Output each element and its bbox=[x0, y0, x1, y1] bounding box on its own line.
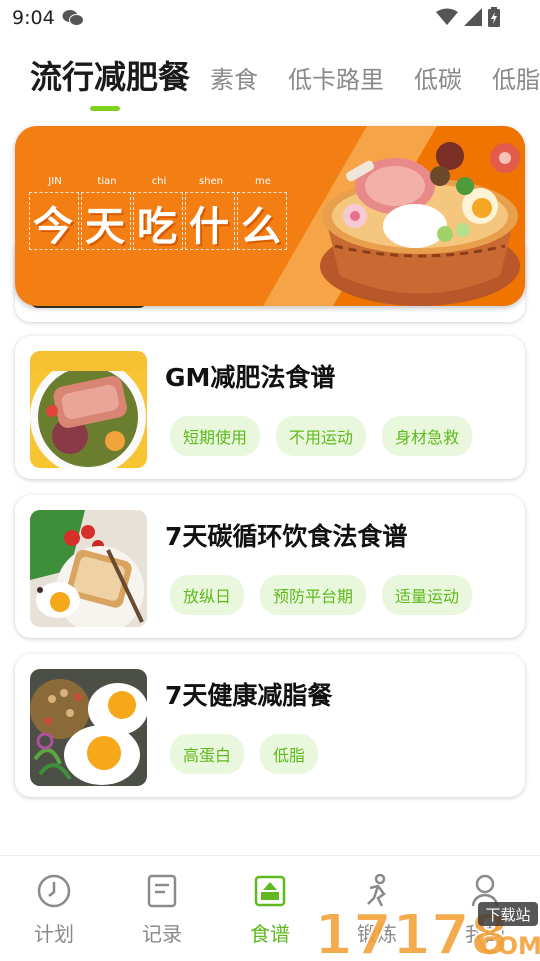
nav-plan[interactable]: 计划 bbox=[19, 874, 89, 947]
banner-pinyin: tian bbox=[97, 176, 117, 187]
recipe-tag: 适量运动 bbox=[382, 575, 473, 615]
recipe-tag: 不用运动 bbox=[276, 416, 367, 456]
svg-text:COM: COM bbox=[480, 932, 540, 960]
banner-pinyin: chi bbox=[151, 176, 167, 187]
notebook-icon bbox=[147, 874, 177, 908]
tab-low-calorie[interactable]: 低卡路里 bbox=[288, 60, 384, 95]
nav-label: 食谱 bbox=[250, 922, 290, 946]
food-bowl-illustration bbox=[320, 142, 520, 306]
toast-egg-image bbox=[30, 510, 147, 627]
clock-icon bbox=[37, 874, 71, 908]
banner-pinyin: me bbox=[255, 176, 271, 187]
banner-pinyin: JIN bbox=[48, 176, 62, 187]
recipe-card[interactable]: 7天健康减脂餐 高蛋白 低脂 bbox=[15, 654, 525, 797]
status-right-icons bbox=[436, 7, 500, 27]
recipe-tags: 放纵日 预防平台期 适量运动 bbox=[170, 575, 473, 615]
nav-records[interactable]: 记录 bbox=[127, 874, 197, 947]
recipe-title: 7天碳循环饮食法食谱 bbox=[165, 522, 408, 551]
recipe-tag: 放纵日 bbox=[170, 575, 245, 615]
svg-text:下载站: 下载站 bbox=[485, 906, 530, 924]
banner-character: 什 bbox=[189, 204, 229, 250]
recipe-thumbnail bbox=[30, 351, 147, 468]
recipe-tag: 高蛋白 bbox=[170, 734, 245, 774]
recipe-tag: 短期使用 bbox=[170, 416, 261, 456]
wifi-icon bbox=[436, 8, 458, 25]
tab-vegetarian[interactable]: 素食 bbox=[210, 60, 258, 95]
status-time: 9:04 bbox=[12, 7, 55, 29]
banner-character: 吃 bbox=[137, 204, 177, 250]
signal-icon bbox=[464, 8, 482, 26]
recipe-title: GM减肥法食谱 bbox=[165, 363, 336, 392]
battery-icon bbox=[488, 7, 500, 27]
recipe-title: 7天健康减脂餐 bbox=[165, 681, 333, 710]
tab-low-carb[interactable]: 低碳 bbox=[414, 60, 462, 95]
active-tab-indicator bbox=[90, 106, 120, 111]
salad-steak-image bbox=[30, 351, 147, 468]
category-tabs: 流行减肥餐 素食 低卡路里 低碳 低脂 bbox=[0, 52, 540, 112]
banner-character: 今 bbox=[33, 204, 73, 250]
nav-label: 计划 bbox=[34, 922, 74, 946]
eggs-beans-image bbox=[30, 669, 147, 786]
recipe-book-icon bbox=[254, 875, 286, 907]
site-watermark-logo: 17178 下载站 COM bbox=[313, 902, 540, 960]
nav-recipes[interactable]: 食谱 bbox=[235, 874, 305, 947]
recipe-thumbnail bbox=[30, 510, 147, 627]
recipe-tags: 短期使用 不用运动 身材急救 bbox=[170, 416, 473, 456]
recipe-thumbnail bbox=[30, 669, 147, 786]
status-bar: 9:04 bbox=[0, 0, 540, 36]
wechat-notification-icon bbox=[62, 10, 84, 26]
recipe-card[interactable]: GM减肥法食谱 短期使用 不用运动 身材急救 bbox=[15, 336, 525, 479]
promo-banner[interactable]: JIN tian chi shen me 今 天 吃 什 么 bbox=[15, 126, 525, 306]
recipe-card[interactable]: 7天碳循环饮食法食谱 放纵日 预防平台期 适量运动 bbox=[15, 495, 525, 638]
nav-label: 记录 bbox=[142, 922, 182, 946]
recipe-tag: 预防平台期 bbox=[260, 575, 367, 615]
recipe-tags: 高蛋白 低脂 bbox=[170, 734, 319, 774]
tab-popular-diet[interactable]: 流行减肥餐 bbox=[30, 52, 190, 98]
recipe-tag: 低脂 bbox=[260, 734, 319, 774]
banner-character: 天 bbox=[85, 204, 125, 250]
tab-low-fat[interactable]: 低脂 bbox=[492, 60, 540, 95]
recipe-tag: 身材急救 bbox=[382, 416, 473, 456]
banner-pinyin: shen bbox=[198, 176, 224, 187]
banner-character: 么 bbox=[241, 204, 281, 250]
